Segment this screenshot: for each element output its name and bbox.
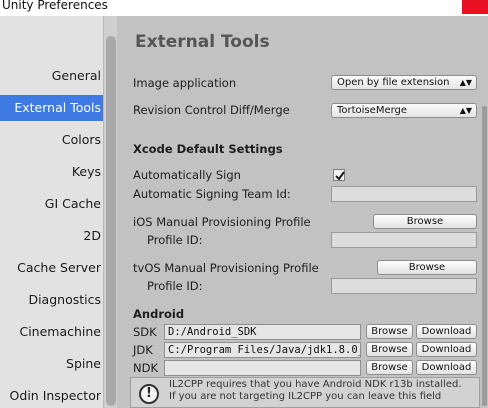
tvos-profile-id-label: Profile ID: [147, 279, 203, 293]
tvos-browse-button[interactable]: Browse [377, 260, 477, 275]
dropdown-arrow-icon: ▲▼ [459, 106, 472, 115]
sdk-label: SDK [133, 325, 157, 339]
ios-profile-label: iOS Manual Provisioning Profile [133, 215, 311, 229]
ndk-download-button[interactable]: Download [416, 360, 477, 375]
tvos-profile-label: tvOS Manual Provisioning Profile [133, 261, 319, 275]
main-scrollbar[interactable] [480, 16, 488, 408]
revision-control-value: TortoiseMerge [337, 105, 408, 116]
ndk-browse-button[interactable]: Browse [366, 360, 413, 375]
team-id-label: Automatic Signing Team Id: [133, 187, 291, 201]
tvos-profile-id-field[interactable] [331, 278, 477, 294]
close-button[interactable] [462, 0, 488, 14]
image-application-label: Image application [133, 76, 237, 90]
sidebar-item-colors[interactable]: Colors [0, 127, 103, 153]
ios-browse-button[interactable]: Browse [373, 214, 477, 229]
title-bar: Unity Preferences [0, 0, 488, 16]
ndk-help-box: ! IL2CPP requires that you have Android … [130, 377, 480, 408]
revision-control-label: Revision Control Diff/Merge [133, 103, 290, 117]
external-tools-panel: External Tools Image application Open by… [117, 16, 480, 408]
sidebar-scrollbar[interactable] [103, 16, 117, 408]
sidebar-item-odin-inspector[interactable]: Odin Inspector [0, 383, 103, 408]
jdk-label: JDK [133, 343, 153, 357]
checkmark-icon [335, 171, 345, 181]
revision-control-dropdown[interactable]: TortoiseMerge ▲▼ [331, 103, 477, 118]
sdk-browse-button[interactable]: Browse [366, 324, 413, 339]
ndk-help-text: IL2CPP requires that you have Android ND… [169, 379, 462, 403]
sidebar: General External Tools Colors Keys GI Ca… [0, 16, 103, 408]
page-title: External Tools [135, 32, 270, 52]
sidebar-item-2d[interactable]: 2D [0, 223, 103, 249]
image-application-value: Open by file extension [337, 77, 450, 88]
sidebar-item-keys[interactable]: Keys [0, 159, 103, 185]
sidebar-scrollbar-thumb[interactable] [106, 36, 116, 406]
help-line-1: IL2CPP requires that you have Android ND… [169, 379, 462, 390]
sdk-download-button[interactable]: Download [416, 324, 477, 339]
auto-sign-label: Automatically Sign [133, 168, 241, 182]
image-application-dropdown[interactable]: Open by file extension ▲▼ [331, 75, 477, 90]
sidebar-item-cache-server[interactable]: Cache Server [0, 255, 103, 281]
ios-profile-id-field[interactable] [331, 232, 477, 248]
sidebar-item-general[interactable]: General [0, 63, 103, 89]
ios-profile-id-label: Profile ID: [147, 233, 203, 247]
sidebar-item-gi-cache[interactable]: GI Cache [0, 191, 103, 217]
main-scrollbar-thumb[interactable] [482, 106, 487, 406]
xcode-section-title: Xcode Default Settings [133, 142, 283, 156]
sidebar-item-cinemachine[interactable]: Cinemachine [0, 319, 103, 345]
jdk-browse-button[interactable]: Browse [366, 342, 413, 357]
auto-sign-checkbox[interactable] [333, 169, 345, 181]
dropdown-arrow-icon: ▲▼ [459, 78, 472, 87]
sidebar-item-external-tools[interactable]: External Tools [0, 95, 103, 121]
sidebar-item-diagnostics[interactable]: Diagnostics [0, 287, 103, 313]
sdk-path-field[interactable]: D:/Android_SDK [164, 324, 361, 340]
sidebar-item-spine[interactable]: Spine [0, 351, 103, 377]
jdk-path-field[interactable]: C:/Program Files/Java/jdk1.8.0_1 [164, 342, 361, 358]
team-id-field[interactable] [331, 186, 477, 202]
ndk-path-field[interactable] [164, 360, 361, 376]
warning-icon: ! [139, 384, 159, 404]
jdk-download-button[interactable]: Download [416, 342, 477, 357]
help-line-2: If you are not targeting IL2CPP you can … [169, 391, 442, 402]
android-section-title: Android [133, 307, 185, 321]
window-title: Unity Preferences [2, 0, 108, 12]
ndk-label: NDK [133, 361, 158, 375]
